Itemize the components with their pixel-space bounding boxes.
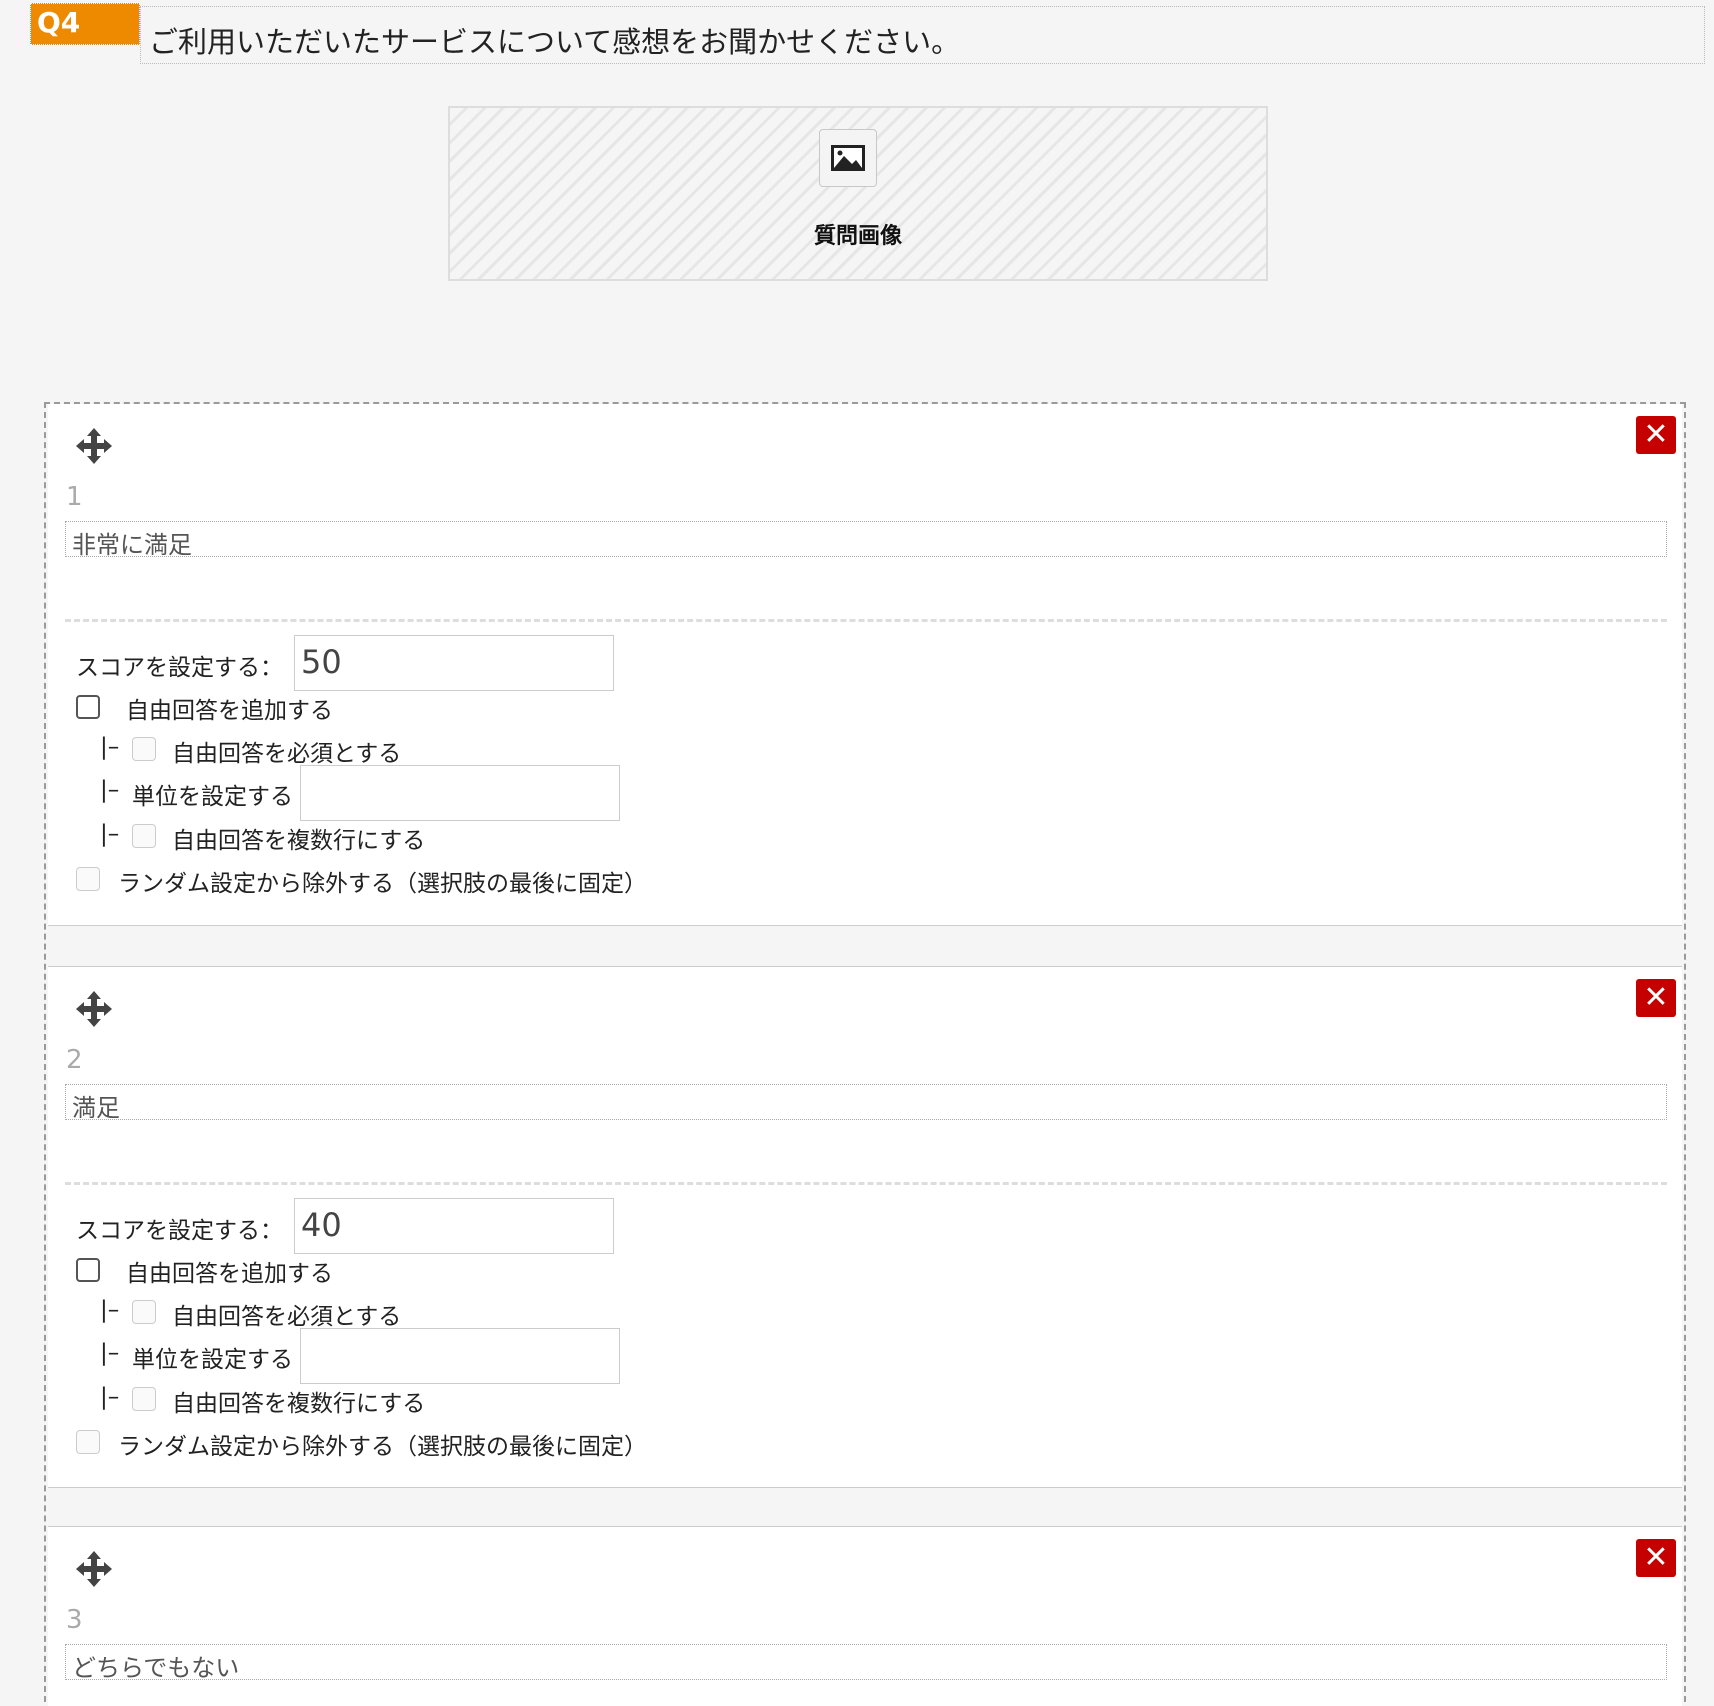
multiline-label: 自由回答を複数行にする [172, 1391, 426, 1417]
unit-label: 単位を設定する [132, 1347, 293, 1373]
choice-item: ✕ 2 満足 スコアを設定する： 40 自由回答を追加する |– 自由回答を必須… [48, 966, 1682, 1488]
add-free-answer-checkbox[interactable] [76, 1258, 100, 1282]
branch-marker: |– [100, 1340, 120, 1366]
score-label: スコアを設定する： [76, 1218, 283, 1244]
image-icon [831, 145, 865, 171]
multiline-checkbox[interactable] [132, 824, 156, 848]
free-required-label: 自由回答を必須とする [172, 741, 402, 767]
exclude-random-checkbox[interactable] [76, 1430, 100, 1454]
choice-list: ✕ 1 非常に満足 スコアを設定する： 50 自由回答を追加する |– 自由回答… [44, 402, 1686, 1706]
exclude-random-label: ランダム設定から除外する（選択肢の最後に固定） [118, 1434, 647, 1460]
unit-input[interactable] [300, 765, 620, 821]
delete-choice-button[interactable]: ✕ [1636, 416, 1676, 454]
divider [65, 1182, 1667, 1185]
branch-marker: |– [100, 821, 120, 847]
unit-input[interactable] [300, 1328, 620, 1384]
add-free-answer-checkbox[interactable] [76, 695, 100, 719]
question-number-badge: Q4 [30, 3, 140, 45]
multiline-label: 自由回答を複数行にする [172, 828, 426, 854]
exclude-random-checkbox[interactable] [76, 867, 100, 891]
branch-marker: |– [100, 1384, 120, 1410]
exclude-random-label: ランダム設定から除外する（選択肢の最後に固定） [118, 871, 647, 897]
free-required-label: 自由回答を必須とする [172, 1304, 402, 1330]
branch-marker: |– [100, 734, 120, 760]
question-image-label: 質問画像 [813, 224, 902, 249]
move-handle-icon[interactable] [74, 426, 114, 466]
branch-marker: |– [100, 1297, 120, 1323]
delete-choice-button[interactable]: ✕ [1636, 1539, 1676, 1577]
choice-number: 1 [66, 482, 83, 512]
unit-label: 単位を設定する [132, 784, 293, 810]
close-icon: ✕ [1643, 417, 1669, 452]
multiline-checkbox[interactable] [132, 1387, 156, 1411]
free-required-checkbox[interactable] [132, 737, 156, 761]
score-input[interactable]: 40 [294, 1198, 614, 1254]
add-free-answer-label: 自由回答を追加する [126, 698, 333, 724]
free-required-checkbox[interactable] [132, 1300, 156, 1324]
choice-number: 2 [66, 1045, 83, 1075]
divider [65, 619, 1667, 622]
delete-choice-button[interactable]: ✕ [1636, 979, 1676, 1017]
choice-text-input[interactable]: 非常に満足 [65, 521, 1667, 557]
choice-text-input[interactable]: どちらでもない [65, 1644, 1667, 1680]
question-title-input[interactable]: ご利用いただいたサービスについて感想をお聞かせください。 [140, 6, 1705, 64]
close-icon: ✕ [1643, 1540, 1669, 1575]
choice-item: ✕ 1 非常に満足 スコアを設定する： 50 自由回答を追加する |– 自由回答… [48, 404, 1682, 926]
choice-number: 3 [66, 1605, 83, 1635]
choice-item: ✕ 3 どちらでもない [48, 1526, 1682, 1706]
question-image-dropzone[interactable]: 質問画像 [448, 106, 1268, 281]
score-label: スコアを設定する： [76, 655, 283, 681]
image-upload-button[interactable] [819, 129, 877, 187]
move-handle-icon[interactable] [74, 1549, 114, 1589]
choice-text-input[interactable]: 満足 [65, 1084, 1667, 1120]
close-icon: ✕ [1643, 980, 1669, 1015]
move-handle-icon[interactable] [74, 989, 114, 1029]
score-input[interactable]: 50 [294, 635, 614, 691]
add-free-answer-label: 自由回答を追加する [126, 1261, 333, 1287]
branch-marker: |– [100, 777, 120, 803]
